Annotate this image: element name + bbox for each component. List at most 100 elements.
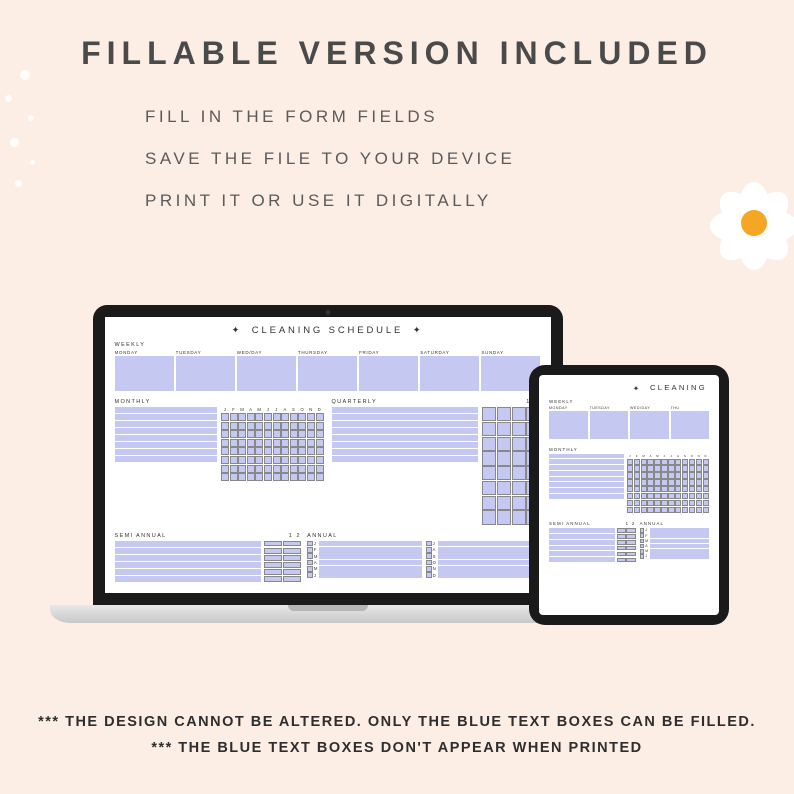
checkbox-cell[interactable] [273,430,281,438]
checkbox-cell[interactable] [290,439,298,447]
checkbox-cell[interactable] [247,422,255,430]
checkbox-cell[interactable] [703,500,709,506]
checkbox-cell[interactable] [230,465,238,473]
checkbox-cell[interactable] [283,562,301,568]
fillable-line[interactable] [332,421,478,427]
checkbox-cell[interactable] [647,493,653,499]
checkbox-cell[interactable] [307,572,313,578]
checkbox-cell[interactable] [703,465,709,471]
checkbox-cell[interactable] [626,534,635,539]
checkbox-cell[interactable] [307,560,313,566]
checkbox-cell[interactable] [641,493,647,499]
checkbox-cell[interactable] [281,456,289,464]
fillable-line[interactable] [319,547,422,553]
checkbox-cell[interactable] [661,479,667,485]
checkbox-cell[interactable] [634,479,640,485]
fillable-line[interactable] [549,546,615,551]
checkbox-cell[interactable] [682,493,688,499]
checkbox-cell[interactable] [682,486,688,492]
checkbox-cell[interactable] [617,540,626,545]
checkbox-cell[interactable] [247,439,255,447]
checkbox-cell[interactable] [290,422,298,430]
checkbox-cell[interactable] [230,447,238,455]
fillable-line[interactable] [438,566,541,572]
fillable-box[interactable] [590,411,629,439]
fillable-line[interactable] [549,454,624,459]
checkbox-cell[interactable] [238,430,246,438]
checkbox-cell[interactable] [426,560,432,566]
fillable-line[interactable] [650,533,709,538]
checkbox-cell[interactable] [255,465,263,473]
checkbox-cell[interactable] [634,472,640,478]
checkbox-cell[interactable] [668,459,674,465]
fillable-line[interactable] [319,553,422,559]
checkbox-cell[interactable] [497,481,511,495]
checkbox-cell[interactable] [283,555,301,561]
checkbox-cell[interactable] [298,430,306,438]
fillable-line[interactable] [650,544,709,549]
checkbox-cell[interactable] [307,473,315,481]
checkbox-cell[interactable] [264,562,282,568]
checkbox-cell[interactable] [221,465,229,473]
checkbox-cell[interactable] [307,439,315,447]
checkbox-cell[interactable] [230,413,238,421]
checkbox-cell[interactable] [675,493,681,499]
checkbox-cell[interactable] [654,486,660,492]
checkbox-cell[interactable] [298,465,306,473]
fillable-line[interactable] [549,540,615,545]
checkbox-cell[interactable] [647,465,653,471]
checkbox-cell[interactable] [316,447,324,455]
checkbox-cell[interactable] [426,566,432,572]
checkbox-cell[interactable] [668,486,674,492]
checkbox-cell[interactable] [696,459,702,465]
checkbox-cell[interactable] [689,479,695,485]
checkbox-cell[interactable] [255,473,263,481]
fillable-line[interactable] [549,557,615,562]
checkbox-cell[interactable] [696,500,702,506]
fillable-line[interactable] [332,407,478,413]
checkbox-cell[interactable] [316,439,324,447]
checkbox-cell[interactable] [273,456,281,464]
checkbox-cell[interactable] [668,500,674,506]
checkbox-cell[interactable] [689,459,695,465]
checkbox-cell[interactable] [696,493,702,499]
checkbox-cell[interactable] [482,451,496,465]
fillable-line[interactable] [438,547,541,553]
checkbox-cell[interactable] [247,430,255,438]
checkbox-cell[interactable] [627,493,633,499]
checkbox-cell[interactable] [703,479,709,485]
checkbox-cell[interactable] [273,465,281,473]
checkbox-cell[interactable] [273,473,281,481]
checkbox-cell[interactable] [641,472,647,478]
checkbox-cell[interactable] [230,456,238,464]
checkbox-cell[interactable] [641,465,647,471]
checkbox-cell[interactable] [689,465,695,471]
checkbox-cell[interactable] [298,473,306,481]
checkbox-cell[interactable] [689,472,695,478]
checkbox-cell[interactable] [264,473,272,481]
fillable-line[interactable] [438,572,541,578]
checkbox-cell[interactable] [221,439,229,447]
checkbox-cell[interactable] [238,465,246,473]
checkbox-cell[interactable] [626,540,635,545]
checkbox-cell[interactable] [627,486,633,492]
fillable-line[interactable] [115,541,261,547]
checkbox-cell[interactable] [634,465,640,471]
checkbox-cell[interactable] [661,507,667,513]
checkbox-cell[interactable] [668,507,674,513]
checkbox-cell[interactable] [668,479,674,485]
fillable-line[interactable] [549,488,624,493]
checkbox-cell[interactable] [640,528,645,533]
fillable-line[interactable] [549,471,624,476]
checkbox-cell[interactable] [281,422,289,430]
fillable-line[interactable] [549,551,615,556]
checkbox-cell[interactable] [238,413,246,421]
checkbox-cell[interactable] [675,507,681,513]
checkbox-cell[interactable] [264,465,272,473]
checkbox-cell[interactable] [238,456,246,464]
checkbox-cell[interactable] [281,439,289,447]
fillable-line[interactable] [549,528,615,533]
fillable-line[interactable] [650,528,709,533]
checkbox-cell[interactable] [290,473,298,481]
checkbox-cell[interactable] [654,479,660,485]
